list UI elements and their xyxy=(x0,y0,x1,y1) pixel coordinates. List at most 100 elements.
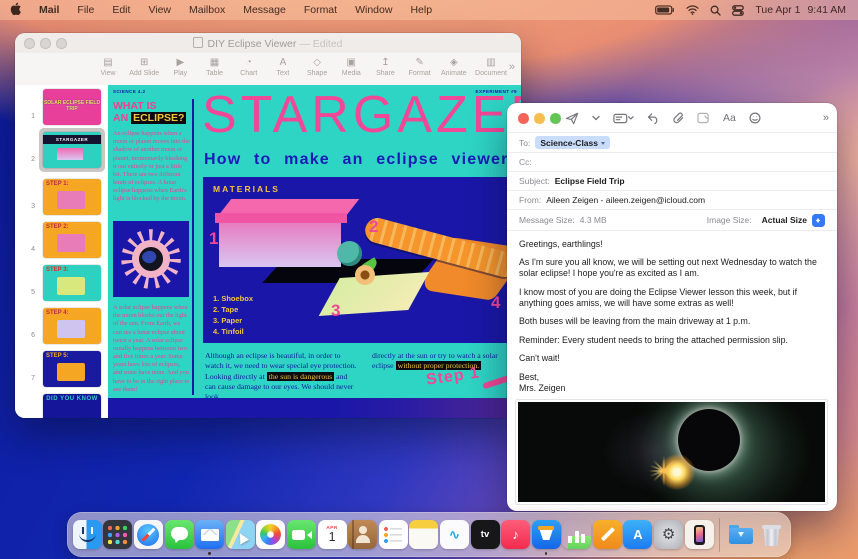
slide-subtitle[interactable]: How to make an eclipse viewer! xyxy=(204,151,515,169)
cc-field[interactable]: Cc: xyxy=(507,153,837,172)
toolbar-play-button[interactable]: ▶Play xyxy=(167,56,193,77)
caution-text-left[interactable]: Although an eclipse is beautiful, in ord… xyxy=(205,351,359,398)
dock-freeform-icon[interactable]: ∿ xyxy=(440,520,469,549)
slide-heading-what-is[interactable]: WHAT IS AN ECLIPSE? xyxy=(113,101,193,124)
dock-photos-icon[interactable] xyxy=(256,520,285,549)
dock-contacts-icon[interactable] xyxy=(348,520,377,549)
toolbar-overflow-chevron-icon[interactable]: » xyxy=(823,112,829,124)
menu-item-file[interactable]: File xyxy=(68,4,103,16)
attachment-paperclip-icon[interactable] xyxy=(673,112,684,125)
menu-item-edit[interactable]: Edit xyxy=(103,4,139,16)
toolbar-animate-button[interactable]: ◈Animate xyxy=(441,56,467,77)
toolbar-text-button[interactable]: AText xyxy=(270,56,296,77)
menu-item-window[interactable]: Window xyxy=(346,4,401,16)
shoebox-body xyxy=(219,223,341,267)
dock-iphone-mirroring-icon[interactable] xyxy=(685,520,714,549)
dock-mail-icon[interactable] xyxy=(195,520,224,549)
eclipse-photo-attachment[interactable] xyxy=(515,399,828,505)
slide-course-label[interactable]: SCIENCE 4.2 xyxy=(113,89,145,94)
control-center-icon[interactable] xyxy=(732,5,744,16)
recipient-token[interactable]: Science-Class xyxy=(535,136,610,149)
slide-paragraph-solar[interactable]: A solar eclipse happens when the moon bl… xyxy=(113,304,190,394)
dock-pages-icon[interactable] xyxy=(593,520,622,549)
toolbar-view-button[interactable]: ▤View xyxy=(95,56,121,77)
image-size-stepper-icon[interactable] xyxy=(812,214,825,227)
toolbar-media-button[interactable]: ▣Media xyxy=(338,56,364,77)
token-chevron-icon xyxy=(601,142,605,147)
toolbar-add-slide-button[interactable]: ⊞Add Slide xyxy=(129,56,159,77)
materials-box[interactable]: MATERIALS 1 2 3 4 1. Shoebox 2. Tape 3. xyxy=(203,177,521,343)
menu-item-message[interactable]: Message xyxy=(234,4,295,16)
from-field[interactable]: From: Aileen Zeigen - aileen.zeigen@iclo… xyxy=(507,191,837,210)
image-size-value[interactable]: Actual Size xyxy=(762,215,807,225)
spotlight-search-icon[interactable] xyxy=(710,5,721,16)
format-aa-button[interactable]: Aa xyxy=(723,112,736,124)
slide-thumbnail-1[interactable]: SOLAR ECLIPSE FIELD TRIP xyxy=(43,89,101,125)
undo-icon[interactable] xyxy=(647,113,660,124)
dock-music-icon[interactable]: ♪ xyxy=(501,520,530,549)
message-body-editor[interactable]: Greetings, earthlings! As I'm sure you a… xyxy=(519,239,825,394)
slide-paragraph-lunar[interactable]: An eclipse happens when a moon or planet… xyxy=(113,130,190,204)
dock-keynote-icon[interactable] xyxy=(532,520,561,549)
text-icon: A xyxy=(280,56,287,69)
toolbar-document-button[interactable]: ▥Document xyxy=(475,56,507,77)
slide-thumbnail-8[interactable]: DID YOU KNOW xyxy=(43,394,101,418)
header-fields-icon[interactable] xyxy=(613,113,634,124)
slide-thumbnail-6[interactable]: STEP 4: xyxy=(43,308,101,344)
dock-messages-icon[interactable] xyxy=(165,520,194,549)
send-options-chevron-icon[interactable] xyxy=(592,115,600,121)
menu-item-format[interactable]: Format xyxy=(295,4,346,16)
menu-item-mailbox[interactable]: Mailbox xyxy=(180,4,234,16)
battery-icon[interactable] xyxy=(655,5,675,15)
sun-illustration[interactable] xyxy=(113,221,189,297)
menu-item-help[interactable]: Help xyxy=(401,4,441,16)
dock-appstore-icon[interactable]: A xyxy=(623,520,652,549)
edited-label: — Edited xyxy=(299,38,342,50)
dock-safari-icon[interactable] xyxy=(134,520,163,549)
to-field[interactable]: To: Science-Class xyxy=(507,133,837,153)
dock-reminders-icon[interactable] xyxy=(379,520,408,549)
from-value[interactable]: Aileen Zeigen - aileen.zeigen@icloud.com xyxy=(546,195,705,205)
slide-title[interactable]: STARGAZER xyxy=(202,89,521,141)
menu-clock[interactable]: Tue Apr 1 9:41 AM xyxy=(755,4,846,16)
slide-thumbnail-3[interactable]: STEP 1: xyxy=(43,179,101,215)
dock-maps-icon[interactable] xyxy=(226,520,255,549)
slide-thumbnail-7[interactable]: STEP 5: xyxy=(43,351,101,387)
emoji-icon[interactable] xyxy=(749,112,761,124)
toolbar-table-button[interactable]: ▦Table xyxy=(202,56,228,77)
dock-appletv-icon[interactable]: tv xyxy=(471,520,500,549)
dock-trash-icon[interactable] xyxy=(757,520,786,549)
dock-settings-icon[interactable]: ⚙ xyxy=(654,520,683,549)
table-icon: ▦ xyxy=(210,56,219,69)
subject-value[interactable]: Eclipse Field Trip xyxy=(555,176,625,186)
keynote-titlebar[interactable]: DIY Eclipse Viewer — Edited xyxy=(15,33,521,53)
slide-thumbnail-5[interactable]: STEP 3: xyxy=(43,265,101,301)
dock-notes-icon[interactable] xyxy=(409,520,438,549)
toolbar-chart-button[interactable]: ◔Chart xyxy=(236,56,262,77)
slide-thumbnail-2-selected[interactable]: STARGAZER xyxy=(43,132,101,168)
toolbar-share-button[interactable]: ↥Share xyxy=(372,56,398,77)
mail-toolbar[interactable]: Aa » xyxy=(507,103,837,133)
dock-launchpad-icon[interactable] xyxy=(103,520,132,549)
dock-downloads-folder-icon[interactable] xyxy=(726,520,755,549)
menu-item-mail[interactable]: Mail xyxy=(30,4,68,16)
slide-thumbnail-4[interactable]: STEP 2: xyxy=(43,222,101,258)
markup-icon[interactable] xyxy=(697,112,710,124)
dock-calendar-icon[interactable]: APR 1 xyxy=(318,520,347,549)
dock-numbers-icon[interactable] xyxy=(562,520,591,549)
toolbar-shape-button[interactable]: ◇Shape xyxy=(304,56,330,77)
apple-menu-icon[interactable] xyxy=(0,2,30,19)
menu-item-view[interactable]: View xyxy=(139,4,180,16)
minimize-button[interactable] xyxy=(534,113,545,124)
subject-field[interactable]: Subject: Eclipse Field Trip xyxy=(507,172,837,191)
toolbar-format-button[interactable]: ✎Format xyxy=(407,56,433,77)
toolbar-overflow-chevron-icon[interactable]: » xyxy=(509,61,515,73)
dock-finder-icon[interactable] xyxy=(73,520,102,549)
message-size-row: Message Size: 4.3 MB Image Size: Actual … xyxy=(507,210,837,231)
wifi-icon[interactable] xyxy=(686,5,699,15)
zoom-button[interactable] xyxy=(550,113,561,124)
dock-facetime-icon[interactable] xyxy=(287,520,316,549)
close-button[interactable] xyxy=(518,113,529,124)
document-proxy-icon[interactable] xyxy=(193,37,203,48)
send-icon[interactable] xyxy=(565,112,579,125)
